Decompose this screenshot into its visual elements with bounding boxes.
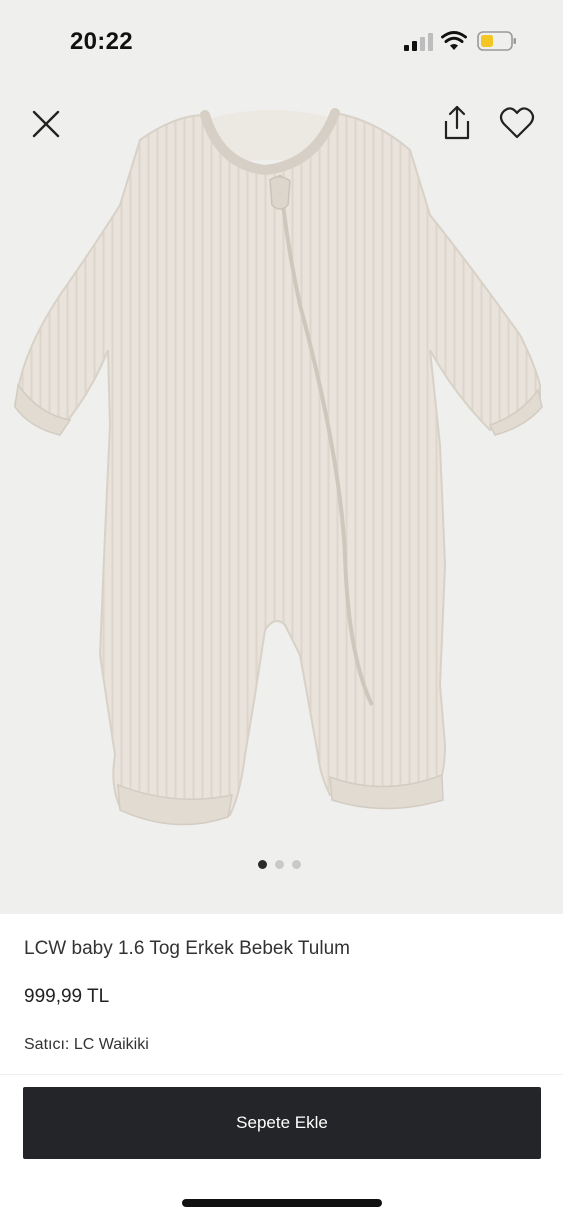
gallery-pagination <box>258 858 301 870</box>
seller-name[interactable]: LC Waikiki <box>74 1036 149 1053</box>
status-time: 20:22 <box>70 28 133 55</box>
share-icon[interactable] <box>440 104 474 142</box>
seller-label: Satıcı: <box>24 1036 70 1053</box>
add-to-cart-button[interactable]: Sepete Ekle <box>23 1087 541 1159</box>
add-to-cart-label: Sepete Ekle <box>236 1113 328 1132</box>
status-bar: 20:22 <box>0 0 563 80</box>
cellular-signal-icon <box>404 33 433 51</box>
pagination-dot[interactable] <box>292 859 301 869</box>
product-image[interactable] <box>0 95 563 835</box>
heart-icon[interactable] <box>499 106 535 140</box>
product-gallery[interactable]: 20:22 <box>0 0 563 914</box>
home-indicator[interactable] <box>182 1199 382 1207</box>
pagination-dot-active[interactable] <box>258 859 267 869</box>
product-title: LCW baby 1.6 Tog Erkek Bebek Tulum <box>24 938 350 959</box>
seller-info: Satıcı: LC Waikiki <box>24 1036 544 1054</box>
close-icon[interactable] <box>30 108 62 140</box>
battery-icon <box>477 31 516 51</box>
wifi-icon <box>441 31 467 50</box>
pagination-dot[interactable] <box>275 859 284 869</box>
product-price: 999,99 TL <box>24 986 110 1007</box>
divider <box>0 1074 563 1075</box>
